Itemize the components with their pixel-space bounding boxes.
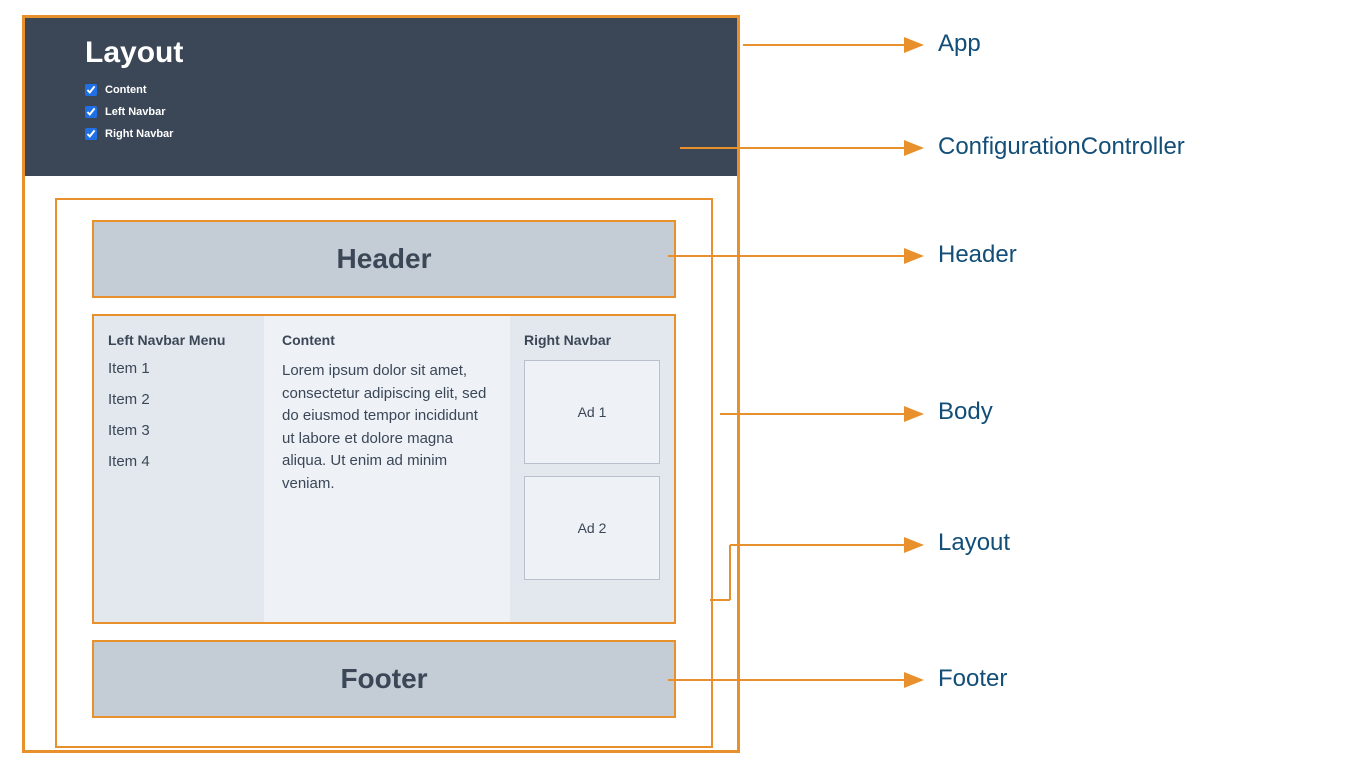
config-check-content: Content	[85, 84, 677, 96]
footer-title: Footer	[340, 663, 427, 695]
checkbox-label: Left Navbar	[105, 106, 166, 118]
label-footer: Footer	[938, 665, 1007, 693]
left-nav-item[interactable]: Item 2	[108, 391, 250, 408]
header-bar: Header	[92, 220, 676, 298]
label-app: App	[938, 30, 981, 58]
left-nav-item[interactable]: Item 4	[108, 453, 250, 470]
ad-box-1: Ad 1	[524, 360, 660, 464]
config-title: Layout	[85, 36, 677, 70]
content-column: Content Lorem ipsum dolor sit amet, cons…	[264, 316, 510, 622]
config-checkbox-list: Content Left Navbar Right Navbar	[85, 84, 677, 140]
configuration-controller-panel: Layout Content Left Navbar Right Navbar	[25, 18, 737, 176]
content-text: Lorem ipsum dolor sit amet, consectetur …	[282, 360, 492, 495]
body-row: Left Navbar Menu Item 1 Item 2 Item 3 It…	[92, 314, 676, 624]
right-navbar-title: Right Navbar	[524, 332, 660, 348]
left-nav-item[interactable]: Item 3	[108, 422, 250, 439]
app-box: Layout Content Left Navbar Right Navbar …	[22, 15, 740, 753]
right-navbar: Right Navbar Ad 1 Ad 2	[510, 316, 674, 622]
checkbox-right-navbar[interactable]	[85, 128, 97, 140]
left-navbar: Left Navbar Menu Item 1 Item 2 Item 3 It…	[94, 316, 264, 622]
left-nav-item[interactable]: Item 1	[108, 360, 250, 377]
left-navbar-list: Item 1 Item 2 Item 3 Item 4	[108, 360, 250, 470]
left-navbar-title: Left Navbar Menu	[108, 332, 250, 348]
label-layout: Layout	[938, 529, 1010, 557]
footer-bar: Footer	[92, 640, 676, 718]
config-check-left-navbar: Left Navbar	[85, 106, 677, 118]
label-configuration-controller: ConfigurationController	[938, 133, 1185, 161]
header-title: Header	[337, 243, 432, 275]
layout-box: Header Left Navbar Menu Item 1 Item 2 It…	[55, 198, 713, 748]
content-title: Content	[282, 332, 492, 348]
checkbox-label: Content	[105, 84, 147, 96]
checkbox-content[interactable]	[85, 84, 97, 96]
label-body: Body	[938, 398, 993, 426]
ad-box-2: Ad 2	[524, 476, 660, 580]
checkbox-label: Right Navbar	[105, 128, 173, 140]
label-header: Header	[938, 241, 1017, 269]
config-check-right-navbar: Right Navbar	[85, 128, 677, 140]
checkbox-left-navbar[interactable]	[85, 106, 97, 118]
